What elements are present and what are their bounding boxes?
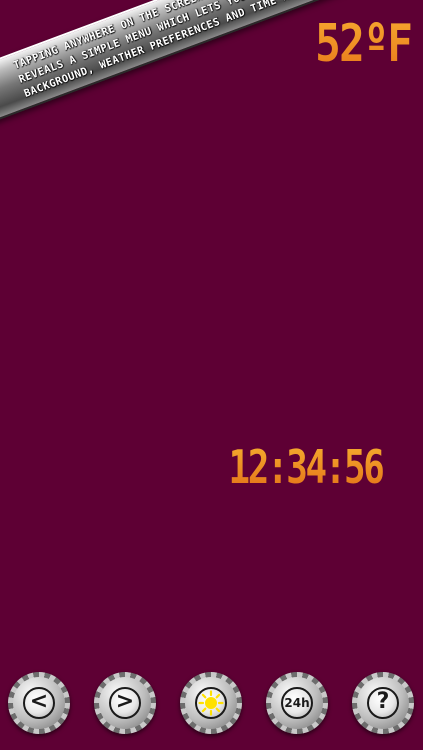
button-face: < <box>23 687 55 719</box>
clock-screen[interactable]: TAPPING ANYWHERE ON THE SCREEN REVEALS A… <box>0 0 423 750</box>
gear-ring: > <box>99 677 151 729</box>
hint-text: TAPPING ANYWHERE ON THE SCREEN REVEALS A… <box>11 0 316 100</box>
gear-ring: 24h <box>271 677 323 729</box>
previous-background-button[interactable]: < <box>8 672 70 734</box>
hint-banner: TAPPING ANYWHERE ON THE SCREEN REVEALS A… <box>0 0 367 123</box>
help-button[interactable]: ? <box>352 672 414 734</box>
temperature-display: 52ºF <box>314 14 413 74</box>
gear-ring <box>185 677 237 729</box>
sun-icon <box>198 690 224 716</box>
button-face <box>195 687 227 719</box>
time-mode-24h-button[interactable]: 24h <box>266 672 328 734</box>
button-face: ? <box>367 687 399 719</box>
question-mark-icon: ? <box>376 689 390 714</box>
weather-button[interactable] <box>180 672 242 734</box>
chevron-left-icon: < <box>29 689 49 714</box>
gear-ring: ? <box>357 677 409 729</box>
next-background-button[interactable]: > <box>94 672 156 734</box>
bottom-toolbar: < > 24h ? <box>0 672 423 738</box>
button-face: > <box>109 687 141 719</box>
chevron-right-icon: > <box>115 689 135 714</box>
gear-ring: < <box>13 677 65 729</box>
time-mode-label: 24h <box>284 696 310 710</box>
time-display: 12:34:56 <box>228 440 385 494</box>
button-face: 24h <box>281 687 313 719</box>
